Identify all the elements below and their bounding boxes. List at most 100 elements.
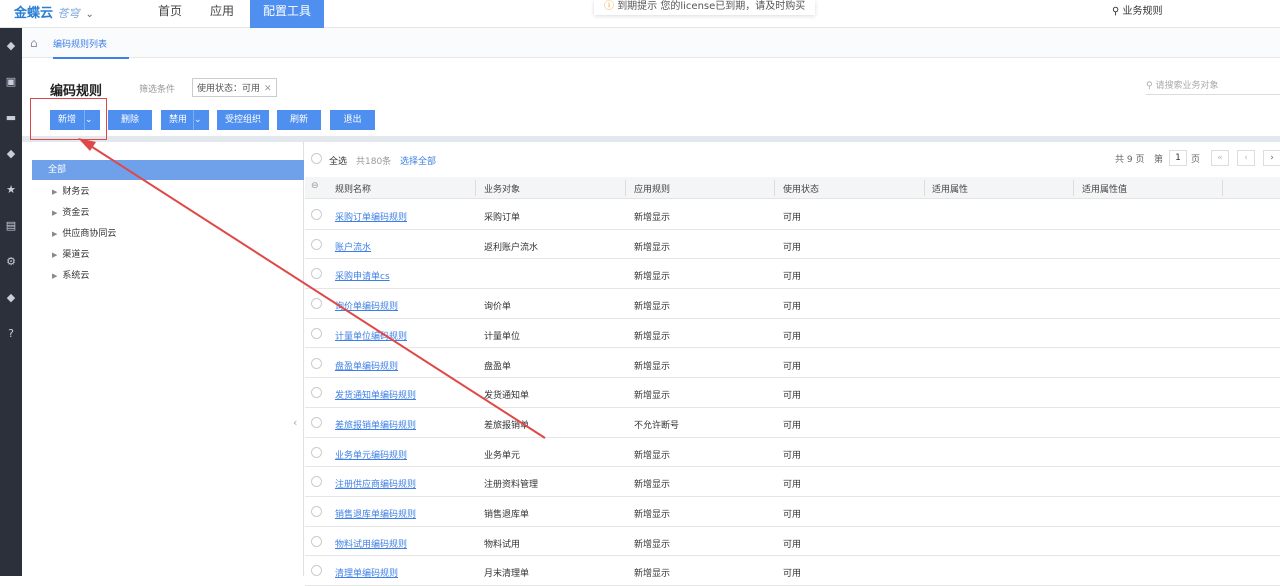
rule-name-link[interactable]: 询价单编码规则 [335,299,398,312]
controlled-org-button[interactable]: 受控组织 [217,110,269,130]
table-row[interactable]: 销售退库单编码规则 销售退库单 新增显示 可用 [305,497,1280,527]
column-header[interactable]: 使用状态 [783,182,819,195]
row-checkbox[interactable] [311,535,322,547]
collapse-panel-icon[interactable]: ‹ [293,416,297,429]
rule-name-link[interactable]: 清理单编码规则 [335,566,398,579]
row-checkbox[interactable] [311,238,322,250]
select-all-checkbox[interactable] [311,153,322,164]
search-icon: ⚲ [1112,6,1120,17]
prev-page-icon[interactable]: ‹ [1237,150,1255,166]
home-icon[interactable]: ⌂ [30,36,38,50]
notice-title: 到期提示 [617,1,658,12]
tree-node[interactable]: ▶ 系统云 [52,268,89,281]
nav-home[interactable]: 首页 [146,0,194,28]
layers-icon[interactable]: ◆ [0,28,22,64]
tree-node[interactable]: ▶ 财务云 [52,184,89,197]
delete-button[interactable]: 删除 [108,110,152,130]
first-page-icon[interactable]: « [1211,150,1229,166]
rule-name-link[interactable]: 物料试用编码规则 [335,537,407,550]
apply-rule: 新增显示 [634,480,671,491]
stack2-icon[interactable]: ◆ [0,280,22,316]
business-object: 物料试用 [484,539,521,550]
close-icon[interactable]: ✕ [264,84,272,94]
row-checkbox[interactable] [311,209,322,220]
table-row[interactable]: 差旅报销单编码规则 差旅报销单 不允许断号 可用 [305,408,1280,438]
column-header[interactable]: 应用规则 [634,182,670,195]
document-icon[interactable]: ▤ [0,208,22,244]
row-checkbox[interactable] [311,387,322,399]
apply-rule: 新增显示 [634,361,671,372]
table-row[interactable]: 采购订单编码规则 采购订单 新增显示 可用 [305,200,1280,230]
rule-name-link[interactable]: 计量单位编码规则 [335,329,407,342]
tree-node[interactable]: ▶ 供应商协同云 [52,226,116,239]
star-icon[interactable]: ★ [0,172,22,208]
global-search[interactable]: ⚲ 业务规则 [1112,2,1280,17]
business-object: 计量单位 [484,331,521,342]
row-checkbox[interactable] [311,565,322,577]
row-checkbox[interactable] [311,416,322,428]
row-checkbox[interactable] [311,506,322,517]
column-settings-icon[interactable]: ⊖ [311,181,319,191]
page-input[interactable]: 1 [1169,150,1187,166]
nav-apps[interactable]: 应用 [198,0,246,28]
table-row[interactable]: 注册供应商编码规则 注册资料管理 新增显示 可用 [305,467,1280,497]
rule-name-link[interactable]: 发货通知单编码规则 [335,388,416,401]
row-checkbox[interactable] [311,268,322,280]
rule-name-link[interactable]: 销售退库单编码规则 [335,507,416,520]
business-object: 月末清理单 [484,569,530,580]
tab-code-rule-list[interactable]: 编码规则列表 [53,37,129,59]
status: 可用 [783,480,802,491]
business-object: 采购订单 [484,213,521,223]
rule-name-link[interactable]: 差旅报销单编码规则 [335,418,416,431]
table-row[interactable]: 采购申请单cs 新增显示 可用 [305,259,1280,290]
rule-name-link[interactable]: 盘盈单编码规则 [335,359,398,372]
refresh-button[interactable]: 刷新 [277,110,321,130]
object-search-input[interactable]: ⚲ 请搜索业务对象 [1146,78,1280,95]
rule-name-link[interactable]: 账户流水 [335,240,371,253]
rule-name-link[interactable]: 采购申请单cs [335,269,390,282]
help-icon[interactable]: ? [0,316,22,352]
logo[interactable]: 金蝶云 苍穹 ⌄ [14,2,94,21]
table-row[interactable]: 物料试用编码规则 物料试用 新增显示 可用 [305,527,1280,557]
warning-icon: ⓘ [604,1,614,12]
select-all-link[interactable]: 选择全部 [400,154,436,167]
business-object: 注册资料管理 [484,480,539,491]
row-checkbox[interactable] [311,476,322,488]
rule-name-link[interactable]: 注册供应商编码规则 [335,477,416,490]
column-header[interactable]: 规则名称 [335,182,371,195]
row-checkbox[interactable] [311,446,322,458]
folder-icon[interactable]: ▬ [0,100,22,136]
stack-icon[interactable]: ◆ [0,136,22,172]
table-row[interactable]: 计量单位编码规则 计量单位 新增显示 可用 [305,319,1280,349]
table-row[interactable]: 账户流水 返利账户流水 新增显示 可用 [305,230,1280,260]
next-page-icon[interactable]: › [1263,150,1280,166]
caret-right-icon: ▶ [52,188,58,196]
status: 可用 [783,302,802,313]
tree-node[interactable]: ▶ 资金云 [52,205,89,218]
select-all-label[interactable]: 全选 [329,154,347,167]
row-checkbox[interactable] [311,298,322,310]
rule-name-link[interactable]: 采购订单编码规则 [335,210,407,223]
row-checkbox[interactable] [311,327,322,339]
column-header[interactable]: 适用属性 [932,182,968,195]
settings-icon[interactable]: ⚙ [0,244,22,280]
column-header[interactable]: 适用属性值 [1082,182,1127,195]
exit-button[interactable]: 退出 [330,110,375,130]
status: 可用 [783,242,802,253]
table-row[interactable]: 询价单编码规则 询价单 新增显示 可用 [305,289,1280,319]
filter-chip[interactable]: 使用状态：可用 ✕ [192,78,277,97]
table-row[interactable]: 发货通知单编码规则 发货通知单 新增显示 可用 [305,378,1280,408]
table-row[interactable]: 业务单元编码规则 业务单元 新增显示 可用 [305,438,1280,468]
tree-node-all[interactable]: 全部 [32,160,304,180]
chevron-down-icon[interactable]: ⌄ [193,110,209,130]
nav-config-tools[interactable]: 配置工具 [250,0,324,28]
rule-name-link[interactable]: 业务单元编码规则 [335,448,407,461]
disable-button[interactable]: 禁用 ⌄ [161,110,209,130]
column-header[interactable]: 业务对象 [484,182,520,195]
image-icon[interactable]: ▣ [0,64,22,100]
chevron-down-icon[interactable]: ⌄ [86,9,94,20]
table-row[interactable]: 盘盈单编码规则 盘盈单 新增显示 可用 [305,349,1280,379]
tree-node[interactable]: ▶ 渠道云 [52,247,89,260]
table-row[interactable]: 清理单编码规则 月末清理单 新增显示 可用 [305,556,1280,586]
row-checkbox[interactable] [311,357,322,369]
